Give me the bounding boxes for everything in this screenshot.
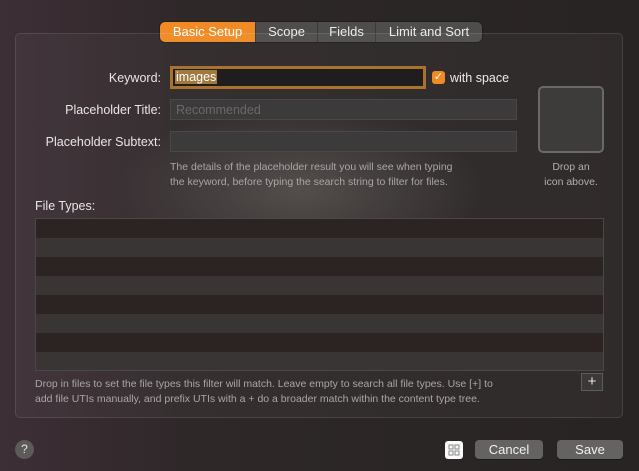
add-file-type-button[interactable]: + xyxy=(581,373,603,391)
helper-line-1: The details of the placeholder result yo… xyxy=(170,161,453,173)
placeholder-title-input[interactable]: Recommended xyxy=(170,99,517,120)
checkmark-icon: ✓ xyxy=(433,71,444,83)
question-mark-icon: ? xyxy=(21,442,28,456)
keyword-label: Keyword: xyxy=(108,71,161,85)
plus-icon: + xyxy=(587,373,597,390)
placeholder-title-hint: Recommended xyxy=(176,103,261,117)
list-row xyxy=(36,238,603,257)
file-types-label: File Types: xyxy=(35,199,96,213)
list-row xyxy=(36,276,603,295)
save-button[interactable]: Save xyxy=(557,440,623,459)
cancel-button[interactable]: Cancel xyxy=(475,440,543,459)
drop-icon-line-2: icon above. xyxy=(544,176,598,188)
list-row xyxy=(36,333,603,352)
keyword-input[interactable]: images xyxy=(170,66,426,89)
placeholder-title-label: Placeholder Title: xyxy=(65,103,161,117)
file-types-description: Drop in files to set the file types this… xyxy=(35,377,575,407)
drop-icon-line-1: Drop an xyxy=(552,161,590,173)
helper-line-2: the keyword, before typing the search st… xyxy=(170,176,448,188)
list-row xyxy=(36,219,603,238)
placeholder-helper-text: The details of the placeholder result yo… xyxy=(170,160,530,190)
icon-drop-well[interactable] xyxy=(538,86,604,153)
grid-icon[interactable] xyxy=(445,441,463,459)
help-button[interactable]: ? xyxy=(15,440,34,459)
file-types-desc-line-1: Drop in files to set the file types this… xyxy=(35,378,493,390)
list-row xyxy=(36,352,603,370)
file-types-desc-line-2: add file UTIs manually, and prefix UTIs … xyxy=(35,393,480,405)
file-types-list[interactable] xyxy=(35,218,604,371)
placeholder-subtext-label: Placeholder Subtext: xyxy=(45,135,161,149)
keyword-input-value: images xyxy=(175,70,218,84)
list-row xyxy=(36,295,603,314)
drop-icon-hint: Drop an icon above. xyxy=(528,160,614,190)
list-row xyxy=(36,314,603,333)
list-row xyxy=(36,257,603,276)
placeholder-subtext-input[interactable] xyxy=(170,131,517,152)
with-space-checkbox[interactable]: ✓ xyxy=(432,71,445,84)
with-space-label[interactable]: with space xyxy=(450,71,509,85)
